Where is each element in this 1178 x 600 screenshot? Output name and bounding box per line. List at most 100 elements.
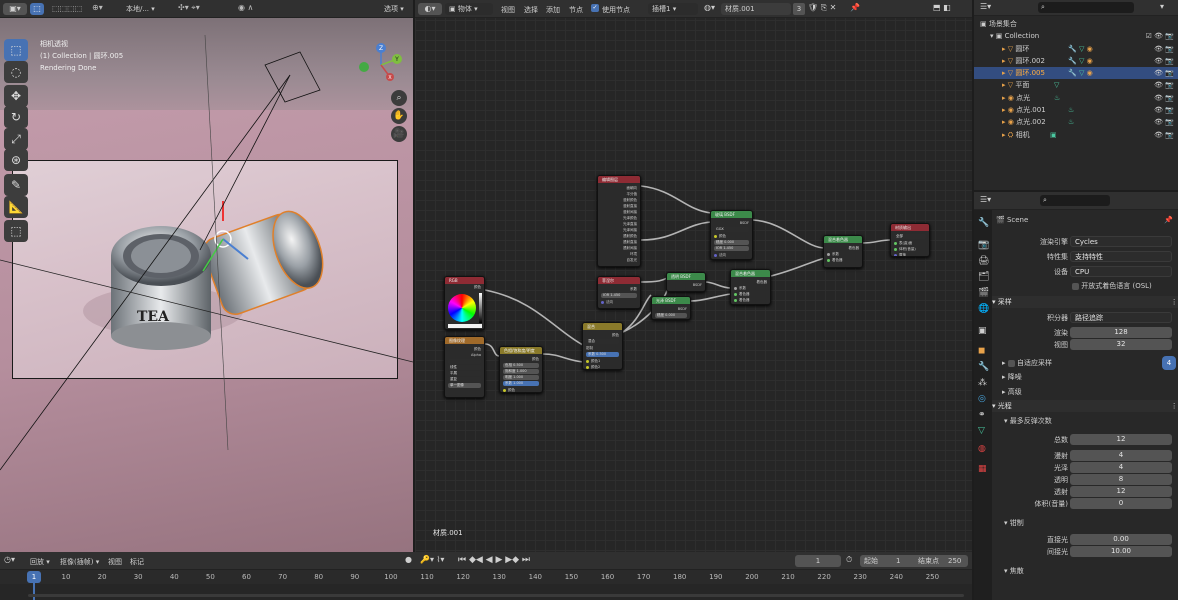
- outliner-item[interactable]: ▸ ◉ 点光.001 ♨ 👁 📷: [974, 104, 1178, 116]
- color-wheel[interactable]: [448, 294, 476, 322]
- scene-tab-icon[interactable]: 🎬: [978, 288, 989, 298]
- distribution-dropdown[interactable]: GGX: [714, 227, 749, 232]
- saturation-field[interactable]: 饱和度 1.000: [503, 369, 539, 374]
- camera-view-icon[interactable]: 🎥: [391, 126, 407, 142]
- physics-tab-icon[interactable]: ◎: [978, 394, 986, 404]
- row-toggles[interactable]: ☑ 👁 📷: [1146, 30, 1174, 42]
- row-toggles[interactable]: 👁 📷: [1154, 129, 1174, 141]
- advanced-subpanel[interactable]: ▸ 高级: [1002, 387, 1022, 397]
- outliner[interactable]: ☰▾ ⌕ ▾ ▣ 场景集合 ▾ ▣ Collection ☑ 👁 📷 ▸ ▽ 圆环…: [974, 0, 1178, 190]
- node-mix-shader-final[interactable]: 混合着色器 着色器 系数 着色器: [823, 235, 863, 268]
- render-samples-field[interactable]: 128: [1070, 327, 1172, 338]
- outliner-item[interactable]: ▸ ◉ 点光 ♨ 👁 📷: [974, 92, 1178, 104]
- total-bounces-field[interactable]: 12: [1070, 434, 1172, 445]
- row-toggles[interactable]: 👁 📷: [1154, 116, 1174, 128]
- shader-node-editor[interactable]: ◐▾ ▣ 物体 ▾ 视图 选择 添加 节点 ✓ 使用节点 插槽1 ▾ ◍▾ 材质…: [415, 0, 972, 552]
- factor-field[interactable]: 系数 0.500: [586, 352, 619, 357]
- volume-bounces-field[interactable]: 0: [1070, 498, 1172, 509]
- timeline-scrollbar[interactable]: [28, 594, 964, 597]
- node-glossy-bsdf[interactable]: 光泽 BSDF BSDF 糙度 0.000: [651, 296, 691, 320]
- clamping-subpanel[interactable]: ▾ 钳制: [1004, 518, 1024, 528]
- render-engine-dropdown[interactable]: Cycles: [1070, 236, 1172, 247]
- blend-mode-dropdown[interactable]: 混合: [586, 339, 619, 344]
- properties-search[interactable]: ⌕: [1040, 195, 1110, 206]
- max-bounces-subpanel[interactable]: ▾ 最多反弹次数: [1004, 416, 1052, 426]
- diffuse-bounces-field[interactable]: 4: [1070, 450, 1172, 461]
- outliner-item[interactable]: ▸ ▽ 圆环 🔧 ▽ ◉ 👁 📷: [974, 43, 1178, 55]
- menu-view[interactable]: 视图: [108, 557, 122, 567]
- row-toggles[interactable]: 👁 📷: [1154, 67, 1174, 79]
- 3d-viewport[interactable]: ▣▾ ⬚ ⬚⬚⬚⬚ ⊕▾ 本地/... ▾ ✣▾ ⌖▾ ◉ ∧ 选项 ▾ ✎ ▣…: [0, 0, 413, 552]
- osl-checkbox[interactable]: 开放式着色语言 (OSL): [1072, 281, 1152, 291]
- menu-keying[interactable]: 抠像(插帧) ▾: [60, 557, 99, 567]
- interpolation-dropdown[interactable]: 线性: [448, 365, 481, 370]
- transparency-bounces-field[interactable]: 8: [1070, 474, 1172, 485]
- menu-playback[interactable]: 回放 ▾: [30, 557, 50, 567]
- caustics-subpanel[interactable]: ▾ 焦散: [1004, 566, 1024, 576]
- playback-controls[interactable]: ⏮ ◆◀ ◀ ▶ ▶◆ ⏭: [458, 555, 530, 565]
- pin-icon[interactable]: 📌: [1164, 216, 1173, 224]
- auto-key-icon[interactable]: ●: [405, 555, 412, 564]
- current-frame-field[interactable]: 1: [795, 555, 841, 567]
- ior-field[interactable]: IOR 1.450: [714, 246, 749, 251]
- clamp-direct-field[interactable]: 0.00: [1070, 534, 1172, 545]
- tool-annotate[interactable]: ✎: [4, 174, 28, 196]
- node-image-texture[interactable]: 图像纹理 颜色 Alpha 线性 平展 重复 单一图像: [444, 336, 485, 398]
- outliner-search[interactable]: ⌕: [1038, 2, 1134, 13]
- color-swatch[interactable]: [448, 324, 482, 328]
- extension-dropdown[interactable]: 重复: [448, 377, 481, 382]
- row-toggles[interactable]: 👁 📷: [1154, 92, 1174, 104]
- tool-measure[interactable]: 📐: [4, 196, 28, 218]
- clamp-indirect-field[interactable]: 10.00: [1070, 546, 1172, 557]
- brightness-slider[interactable]: [479, 293, 482, 323]
- editor-type-icon[interactable]: ☰▾: [980, 2, 991, 11]
- tool-select[interactable]: ⬚: [4, 39, 28, 61]
- tool-rotate[interactable]: ↻: [4, 106, 28, 128]
- node-mix-shader[interactable]: 混合着色器 着色器 系数 着色器 着色器: [730, 269, 771, 305]
- outliner-item[interactable]: ▸ ▽ 圆环.002 🔧 ▽ ◉ 👁 📷: [974, 55, 1178, 67]
- outliner-item[interactable]: ▸ ⛭ 相机 ▣ 👁 📷: [974, 129, 1178, 141]
- roughness-field[interactable]: 糙度 0.000: [714, 240, 749, 245]
- light-paths-panel-header[interactable]: ▾ 光程⋮☰: [992, 400, 1178, 412]
- sampling-panel-header[interactable]: ▾ 采样⋮☰: [992, 296, 1178, 308]
- node-rgb[interactable]: RGB 颜色: [444, 276, 485, 330]
- image-browse-field[interactable]: [448, 359, 481, 364]
- particles-tab-icon[interactable]: ⁂: [978, 378, 987, 388]
- constraints-tab-icon[interactable]: ⚭: [978, 410, 986, 420]
- adaptive-sampling-subpanel[interactable]: ▸ 自适应采样: [1002, 358, 1052, 368]
- projection-dropdown[interactable]: 平展: [448, 371, 481, 376]
- zoom-icon[interactable]: ⌕: [391, 90, 407, 106]
- node-transparent-bsdf[interactable]: 透明 BSDF BSDF: [666, 272, 706, 292]
- clamp-checkbox[interactable]: 钳制: [586, 345, 619, 351]
- navigation-gizmo[interactable]: Z Y X: [356, 40, 406, 90]
- editor-type-icon[interactable]: ☰▾: [980, 195, 991, 204]
- transmission-bounces-field[interactable]: 12: [1070, 486, 1172, 497]
- outliner-item[interactable]: ▸ ◉ 点光.002 ♨ 👁 📷: [974, 116, 1178, 128]
- clock-icon[interactable]: ⏱: [846, 555, 852, 565]
- node-mix-rgb[interactable]: 混合 颜色 混合 钳制 系数 0.500 颜色1 颜色2: [582, 322, 623, 370]
- properties-editor[interactable]: ☰▾ ⌕ 🔧 📷 🖨 🗂 🎬 🌐 ▣ ◼ 🔧 ⁂ ◎ ⚭ ▽ ◍ ▦ 🎬 Sce…: [974, 192, 1178, 600]
- frame-range-field[interactable]: 起始 1 结束点 250: [860, 555, 968, 567]
- end-value[interactable]: 250: [948, 555, 961, 567]
- device-dropdown[interactable]: CPU: [1070, 266, 1172, 277]
- row-toggles[interactable]: 👁 📷: [1154, 104, 1174, 116]
- pan-hand-icon[interactable]: ✋: [391, 108, 407, 124]
- node-hue-saturation[interactable]: 色相/饱和度/明度 颜色 色相 0.500 饱和度 1.000 明度 1.000…: [499, 346, 543, 393]
- frame-ruler[interactable]: 10 20 30 40 50 60 70 80 90 100 110 120 130 140 150 160 1…: [0, 570, 972, 584]
- hue-field[interactable]: 色相 0.500: [503, 363, 539, 368]
- tool-move[interactable]: ✥: [4, 85, 28, 107]
- tool-cursor[interactable]: ◌: [4, 61, 28, 83]
- start-value[interactable]: 1: [896, 555, 900, 567]
- menu-marker[interactable]: 标记: [130, 557, 144, 567]
- outliner-item-selected[interactable]: ▸ ▽ 圆环.005 🔧 ▽ ◉ 👁 📷: [974, 67, 1178, 80]
- editor-type-icon[interactable]: ◷▾: [4, 555, 15, 564]
- feature-set-dropdown[interactable]: 支持特性: [1070, 251, 1172, 262]
- tool-add-cube[interactable]: ⬚: [4, 220, 28, 242]
- keying-set-icons[interactable]: 🔑▾ ⌇▾: [420, 555, 444, 564]
- ior-field[interactable]: IOR 1.450: [601, 293, 637, 298]
- tool-scale[interactable]: ⤢: [4, 128, 28, 150]
- tool-tab-icon[interactable]: 🔧: [978, 218, 989, 228]
- timeline[interactable]: ◷▾ 回放 ▾ 抠像(插帧) ▾ 视图 标记 ● 🔑▾ ⌇▾ ⏮ ◆◀ ◀ ▶ …: [0, 552, 972, 600]
- source-dropdown[interactable]: 单一图像: [448, 383, 481, 388]
- outliner-item-collection[interactable]: ▾ ▣ Collection ☑ 👁 📷: [974, 30, 1178, 42]
